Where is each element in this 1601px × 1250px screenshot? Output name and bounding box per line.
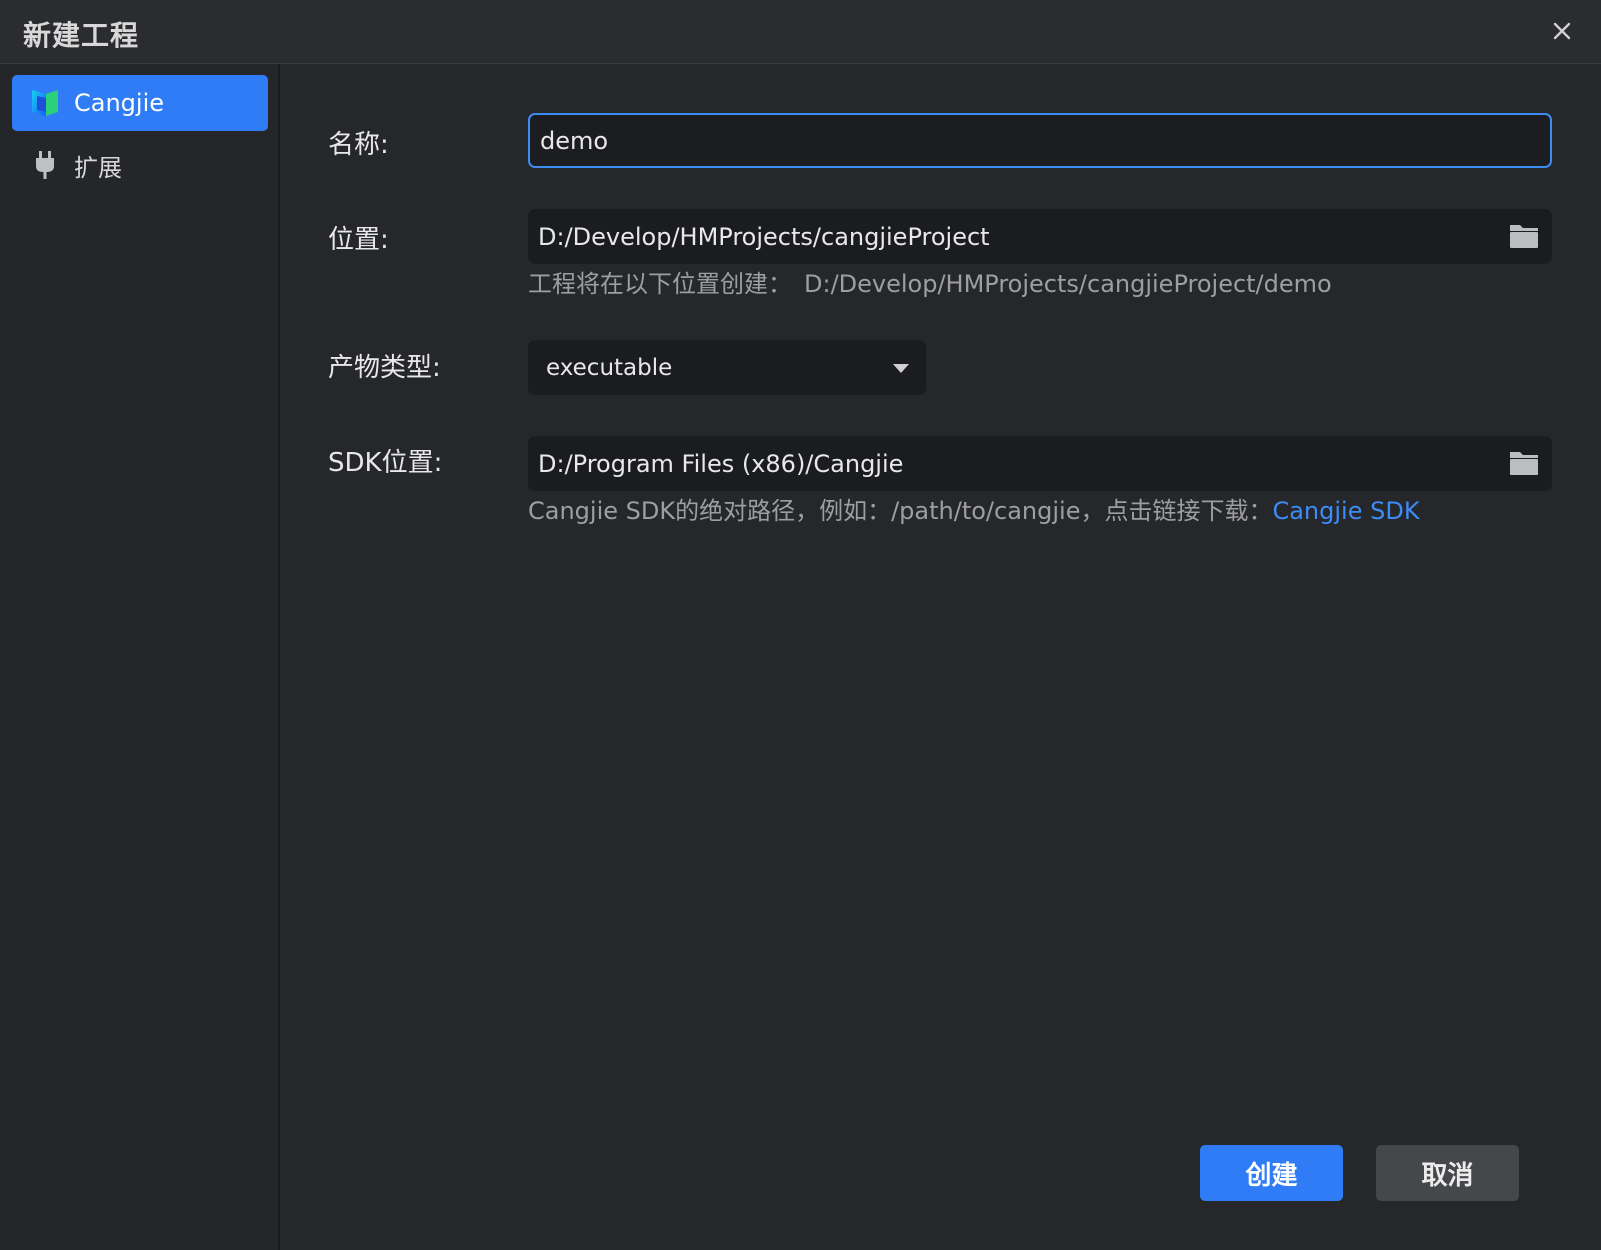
new-project-dialog: 新建工程 Cangjie 扩展 名称: demo 位置: D:/Develop/… [0,0,1601,1250]
form-panel: 名称: 位置: D:/Develop/HMProjects/cangjiePro… [282,64,1601,1250]
location-hint-path: D:/Develop/HMProjects/cangjieProject/dem… [804,270,1332,298]
artifact-type-value: executable [546,354,673,381]
location-hint-prefix: 工程将在以下位置创建： [528,270,792,298]
cancel-button[interactable]: 取消 [1376,1145,1519,1201]
title-bar: 新建工程 [0,0,1601,64]
create-button[interactable]: 创建 [1200,1145,1343,1201]
location-browse-button[interactable] [1508,221,1540,251]
sdk-hint-text: Cangjie SDK的绝对路径，例如：/path/to/cangjie，点击链… [528,497,1273,525]
location-field[interactable]: D:/Develop/HMProjects/cangjieProject [528,209,1552,264]
location-value: D:/Develop/HMProjects/cangjieProject [538,222,990,251]
cangjie-sdk-link[interactable]: Cangjie SDK [1272,497,1419,525]
plug-icon [28,148,62,182]
name-input[interactable] [530,125,1550,156]
close-icon [1553,22,1571,40]
artifact-type-select[interactable]: executable [528,340,926,395]
cangjie-logo-icon [28,86,62,120]
close-button[interactable] [1545,14,1579,48]
name-label: 名称: [328,130,389,160]
location-label: 位置: [328,225,389,255]
name-field[interactable] [528,113,1552,168]
sdk-location-value: D:/Program Files (x86)/Cangjie [538,449,904,478]
dialog-title: 新建工程 [23,19,140,52]
folder-icon [1510,452,1538,475]
artifact-type-label: 产物类型: [328,353,441,383]
location-hint: 工程将在以下位置创建： D:/Develop/HMProjects/cangjie… [528,264,1332,299]
chevron-down-icon [893,363,909,373]
sidebar-item-cangjie[interactable]: Cangjie [12,75,268,131]
sdk-hint: Cangjie SDK的绝对路径，例如：/path/to/cangjie，点击链… [528,491,1420,526]
sidebar-item-label: Cangjie [74,89,165,117]
sidebar: Cangjie 扩展 [0,64,280,1250]
sdk-location-label: SDK位置: [328,448,443,478]
sdk-browse-button[interactable] [1508,448,1540,478]
sidebar-item-extensions[interactable]: 扩展 [12,137,268,193]
folder-icon [1510,225,1538,248]
sdk-location-field[interactable]: D:/Program Files (x86)/Cangjie [528,436,1552,491]
sidebar-item-label: 扩展 [74,153,122,182]
